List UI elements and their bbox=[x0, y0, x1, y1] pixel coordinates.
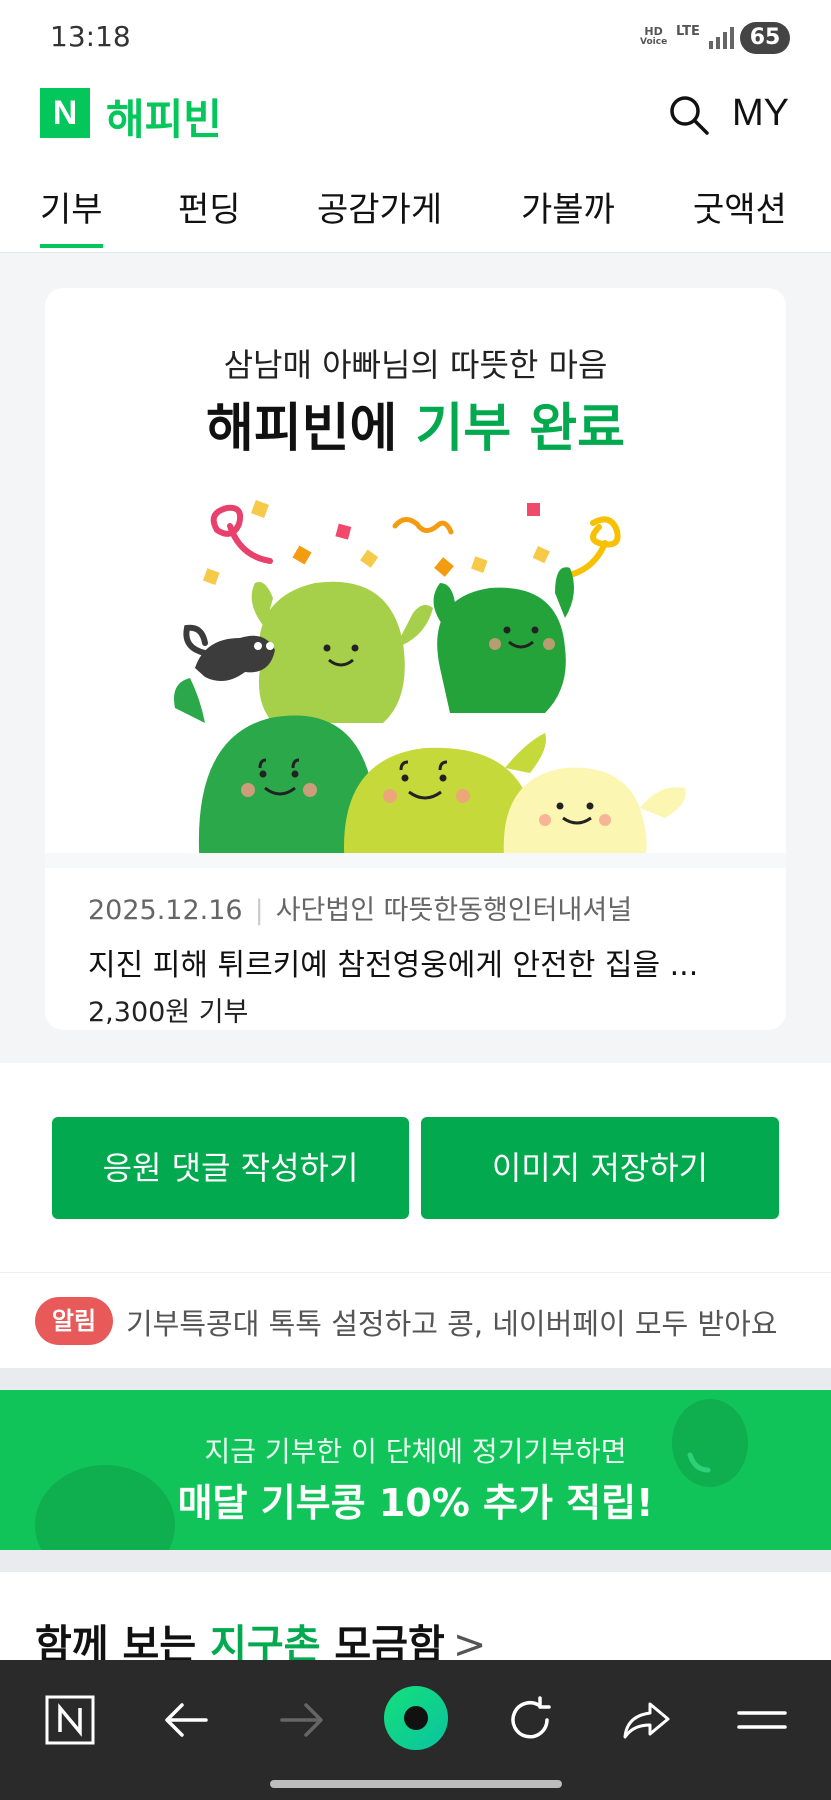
celebration-characters-illustration bbox=[45, 500, 786, 868]
promo-line1: 지금 기부한 이 단체에 정기기부하면 bbox=[204, 1435, 627, 1468]
back-arrow-icon[interactable] bbox=[158, 1692, 214, 1748]
hd-voice-icon: HD Voice bbox=[640, 26, 667, 48]
donation-result-area: 삼남매 아빠님의 따뜻한 마음 해피빈에 기부 완료 2025.12.16 | … bbox=[0, 253, 831, 1063]
section-separator bbox=[0, 1368, 831, 1390]
tab-good-action[interactable]: 굿액션 bbox=[693, 182, 787, 231]
status-time: 13:18 bbox=[50, 20, 131, 53]
naver-logo-icon[interactable]: N bbox=[40, 88, 90, 138]
lte-icon: LTE bbox=[676, 24, 700, 39]
write-comment-button[interactable]: 응원 댓글 작성하기 bbox=[52, 1117, 409, 1219]
donation-complete-card: 삼남매 아빠님의 따뜻한 마음 해피빈에 기부 완료 2025.12.16 | … bbox=[45, 288, 786, 1030]
notice-text: 기부특콩대 톡톡 설정하고 콩, 네이버페이 모두 받아요 bbox=[126, 1307, 778, 1341]
headline-prefix: 해피빈에 bbox=[206, 399, 398, 459]
search-icon[interactable] bbox=[668, 94, 710, 136]
tab-donation[interactable]: 기부 bbox=[40, 182, 103, 248]
headline-highlight: 기부 완료 bbox=[415, 399, 625, 459]
green-dot-icon[interactable] bbox=[383, 1685, 449, 1751]
meta-divider: | bbox=[254, 895, 264, 926]
card-headline: 해피빈에 기부 완료 bbox=[45, 386, 786, 461]
donation-meta: 2025.12.16 | 사단법인 따뜻한동행인터내셔널 bbox=[88, 888, 632, 927]
tab-gabolkka[interactable]: 가볼까 bbox=[521, 182, 615, 231]
tab-empathy-store[interactable]: 공감가게 bbox=[317, 182, 442, 231]
save-image-button[interactable]: 이미지 저장하기 bbox=[421, 1117, 779, 1219]
home-indicator[interactable] bbox=[270, 1780, 562, 1788]
tab-funding[interactable]: 펀딩 bbox=[178, 182, 241, 231]
donation-date: 2025.12.16 bbox=[88, 895, 243, 926]
forward-arrow-icon[interactable] bbox=[274, 1692, 330, 1748]
app-header: N 해피빈 MY bbox=[0, 70, 831, 160]
donation-title[interactable]: 지진 피해 튀르키예 참전영웅에게 안전한 집을 ... bbox=[88, 940, 768, 984]
notice-banner[interactable]: 알림 기부특콩대 톡톡 설정하고 콩, 네이버페이 모두 받아요 bbox=[0, 1273, 831, 1368]
notice-badge: 알림 bbox=[35, 1297, 113, 1345]
donation-amount: 2,300원 기부 bbox=[88, 997, 249, 1028]
refresh-icon[interactable] bbox=[502, 1692, 558, 1748]
section-separator-2 bbox=[0, 1550, 831, 1572]
promo-line2: 매달 기부콩 10% 추가 적립! bbox=[177, 1481, 654, 1525]
share-icon[interactable] bbox=[618, 1692, 674, 1748]
regular-donation-promo-banner[interactable]: 지금 기부한 이 단체에 정기기부하면 매달 기부콩 10% 추가 적립! bbox=[0, 1390, 831, 1550]
hd-label: HD bbox=[644, 25, 663, 38]
status-bar: 13:18 HD Voice LTE 65 bbox=[0, 0, 831, 70]
happybean-logo[interactable]: 해피빈 bbox=[106, 86, 222, 147]
category-tabs: 기부 펀딩 공감가게 가볼까 굿액션 bbox=[0, 160, 831, 253]
donation-organization: 사단법인 따뜻한동행인터내셔널 bbox=[275, 895, 633, 926]
menu-icon[interactable] bbox=[734, 1692, 790, 1748]
card-subtitle: 삼남매 아빠님의 따뜻한 마음 bbox=[223, 346, 608, 384]
browser-bottom-bar bbox=[0, 1660, 831, 1800]
signal-icon bbox=[709, 27, 734, 49]
battery-icon: 65 bbox=[740, 22, 790, 54]
my-page-link[interactable]: MY bbox=[732, 92, 789, 135]
naver-home-icon[interactable] bbox=[42, 1692, 98, 1748]
voice-label: Voice bbox=[640, 37, 668, 47]
